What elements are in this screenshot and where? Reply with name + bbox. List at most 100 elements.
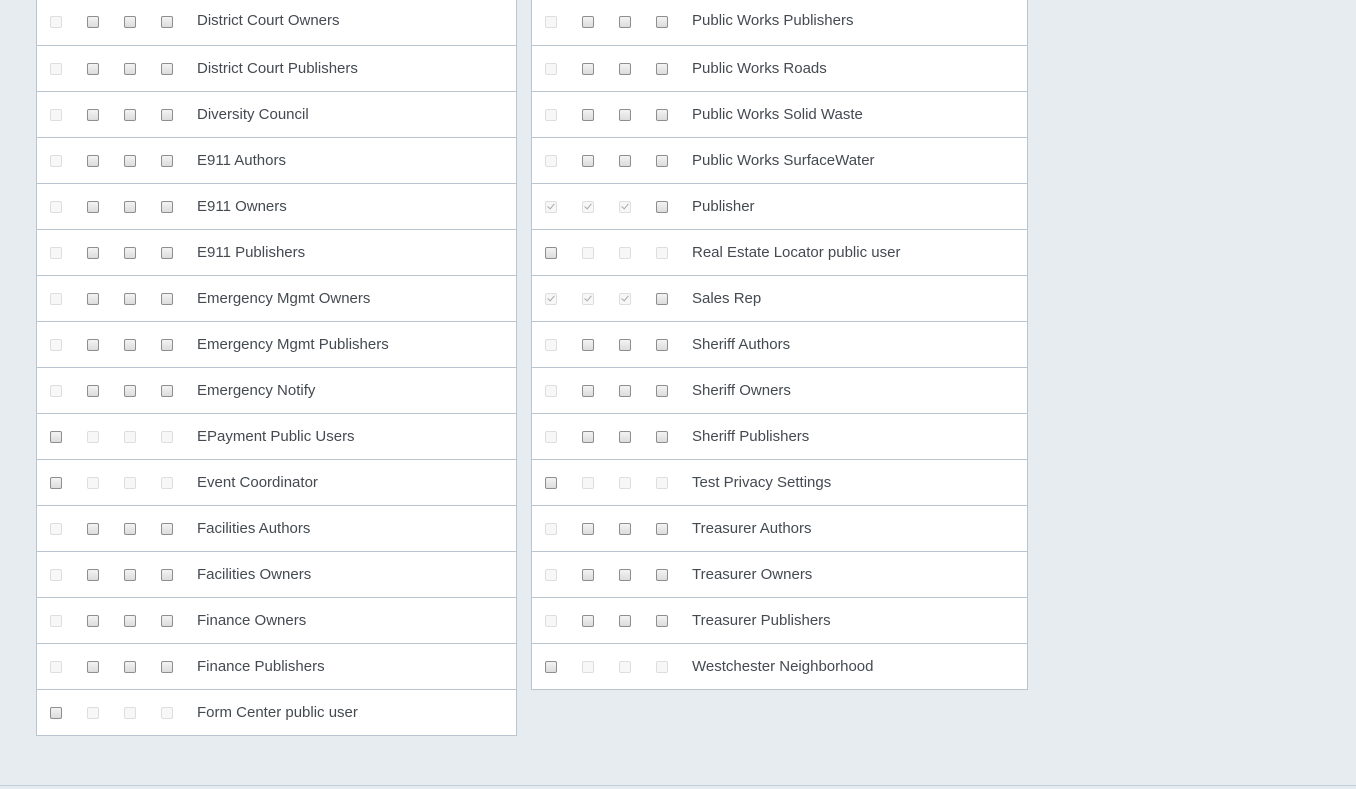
permission-checkbox-2[interactable] [582, 62, 594, 75]
permission-checkbox-4[interactable] [656, 614, 668, 627]
permission-checkbox-3[interactable] [619, 614, 631, 627]
permission-checkbox-1 [50, 154, 62, 167]
permission-checkbox-2[interactable] [87, 384, 99, 397]
permission-checkbox-3[interactable] [124, 660, 136, 673]
permission-checkbox-3[interactable] [619, 522, 631, 535]
permission-checkbox-2 [87, 430, 99, 443]
permission-checkbox-3 [124, 476, 136, 489]
permission-checkbox-4[interactable] [656, 430, 668, 443]
permission-checkbox-3[interactable] [124, 338, 136, 351]
permission-checkbox-1 [50, 522, 62, 535]
table-row-real-estate-locator-public-user: Real Estate Locator public user [532, 229, 1027, 275]
permission-checkbox-4[interactable] [656, 62, 668, 75]
group-name-label: Diversity Council [197, 106, 309, 123]
permission-checkbox-2 [582, 246, 594, 259]
group-permissions-table-left: District Court Owners District Court Publ… [36, 0, 517, 736]
permission-checkbox-3[interactable] [124, 246, 136, 259]
permission-checkbox-4[interactable] [656, 384, 668, 397]
permission-checkbox-2[interactable] [582, 384, 594, 397]
permission-checkbox-2[interactable] [582, 108, 594, 121]
permission-checkbox-3[interactable] [124, 522, 136, 535]
permission-checkbox-4[interactable] [656, 200, 668, 213]
permission-checkbox-1[interactable] [545, 246, 557, 259]
permission-checkbox-2[interactable] [582, 568, 594, 581]
permission-checkbox-3[interactable] [124, 384, 136, 397]
permission-checkbox-3[interactable] [124, 200, 136, 213]
permission-checkbox-1 [50, 660, 62, 673]
permission-checkbox-4[interactable] [656, 568, 668, 581]
permission-checkbox-2[interactable] [87, 108, 99, 121]
permission-checkbox-1[interactable] [545, 660, 557, 673]
table-row-facilities-owners: Facilities Owners [37, 551, 516, 597]
permission-checkbox-2 [582, 292, 594, 305]
permission-checkbox-1[interactable] [545, 476, 557, 489]
permission-checkbox-4[interactable] [161, 16, 173, 28]
permission-checkbox-4[interactable] [161, 108, 173, 121]
permission-checkbox-2[interactable] [582, 430, 594, 443]
permission-checkbox-4[interactable] [161, 614, 173, 627]
permission-checkbox-2[interactable] [87, 660, 99, 673]
permission-checkbox-4[interactable] [161, 338, 173, 351]
permission-checkbox-2[interactable] [87, 200, 99, 213]
permission-checkbox-2[interactable] [87, 338, 99, 351]
permission-checkbox-1 [50, 62, 62, 75]
permission-checkbox-3[interactable] [124, 292, 136, 305]
permission-checkbox-1[interactable] [50, 706, 62, 719]
permission-checkbox-2[interactable] [582, 154, 594, 167]
permission-checkbox-4[interactable] [161, 522, 173, 535]
permission-checkbox-4[interactable] [656, 16, 668, 28]
permission-checkbox-2[interactable] [87, 568, 99, 581]
permission-checkbox-4[interactable] [161, 154, 173, 167]
group-name-label: District Court Publishers [197, 60, 358, 77]
permission-checkbox-2[interactable] [582, 16, 594, 28]
permission-checkbox-4[interactable] [161, 568, 173, 581]
permission-checkbox-3[interactable] [619, 16, 631, 28]
permission-checkbox-3[interactable] [124, 62, 136, 75]
permission-checkbox-3[interactable] [619, 338, 631, 351]
permission-checkbox-4 [656, 476, 668, 489]
permission-checkbox-4[interactable] [656, 522, 668, 535]
permission-checkbox-2[interactable] [582, 338, 594, 351]
permission-checkbox-4[interactable] [161, 246, 173, 259]
permission-checkbox-1 [545, 62, 557, 75]
permission-checkbox-3[interactable] [124, 568, 136, 581]
permission-checkbox-4[interactable] [656, 292, 668, 305]
permission-checkbox-3[interactable] [619, 430, 631, 443]
permission-checkbox-4[interactable] [656, 338, 668, 351]
permission-checkbox-3[interactable] [619, 384, 631, 397]
permission-checkbox-4 [161, 476, 173, 489]
permission-checkbox-4[interactable] [161, 292, 173, 305]
permission-checkbox-3[interactable] [124, 614, 136, 627]
permission-checkbox-1 [545, 154, 557, 167]
permission-checkbox-4 [656, 246, 668, 259]
permission-checkbox-3[interactable] [124, 154, 136, 167]
permission-checkbox-1[interactable] [50, 430, 62, 443]
permission-checkbox-1 [545, 522, 557, 535]
permission-checkbox-2[interactable] [87, 614, 99, 627]
permission-checkbox-4[interactable] [161, 62, 173, 75]
group-name-label: E911 Authors [197, 152, 286, 169]
table-row-emergency-mgmt-owners: Emergency Mgmt Owners [37, 275, 516, 321]
permission-checkbox-3[interactable] [124, 16, 136, 28]
permission-checkbox-4[interactable] [656, 108, 668, 121]
permission-checkbox-4[interactable] [656, 154, 668, 167]
permission-checkbox-1[interactable] [50, 476, 62, 489]
permission-checkbox-3[interactable] [124, 108, 136, 121]
permission-checkbox-1 [50, 16, 62, 28]
permission-checkbox-3[interactable] [619, 108, 631, 121]
permission-checkbox-2[interactable] [87, 246, 99, 259]
permission-checkbox-2[interactable] [87, 522, 99, 535]
permission-checkbox-4[interactable] [161, 660, 173, 673]
permission-checkbox-4 [161, 430, 173, 443]
permission-checkbox-2[interactable] [87, 16, 99, 28]
permission-checkbox-3[interactable] [619, 62, 631, 75]
permission-checkbox-2[interactable] [87, 62, 99, 75]
permission-checkbox-4[interactable] [161, 384, 173, 397]
permission-checkbox-3[interactable] [619, 568, 631, 581]
permission-checkbox-3[interactable] [619, 154, 631, 167]
permission-checkbox-2[interactable] [582, 614, 594, 627]
permission-checkbox-4[interactable] [161, 200, 173, 213]
permission-checkbox-2[interactable] [87, 154, 99, 167]
permission-checkbox-2[interactable] [87, 292, 99, 305]
permission-checkbox-2[interactable] [582, 522, 594, 535]
